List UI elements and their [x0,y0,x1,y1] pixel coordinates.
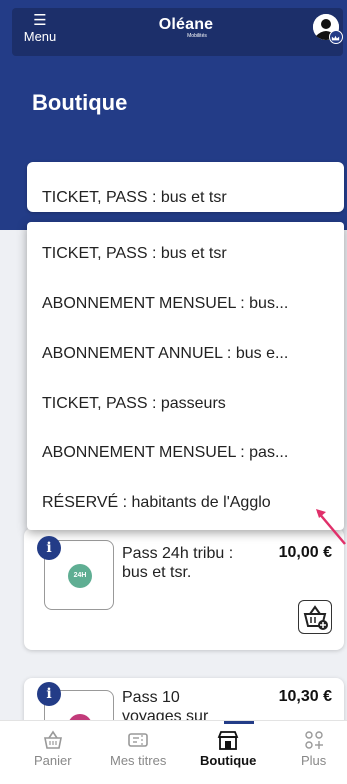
category-dropdown-menu: TICKET, PASS : bus et tsr ABONNEMENT MEN… [27,222,344,530]
product-card[interactable]: 24H Pass 24h tribu : bus et tsr. 10,00 € [24,528,344,650]
logo-name: Oléane [158,16,214,33]
dropdown-option[interactable]: TICKET, PASS : bus et tsr [42,234,337,274]
info-icon[interactable]: i [37,536,61,560]
nav-item-plus[interactable]: Plus [301,729,326,768]
shop-icon [217,731,239,750]
crown-badge-icon [329,30,343,44]
category-select-value: TICKET, PASS : bus et tsr [42,189,227,206]
dropdown-option[interactable]: ABONNEMENT MENSUEL : pas... [42,433,337,473]
grid-plus-icon [304,731,323,749]
dropdown-option[interactable]: TICKET, PASS : passeurs [42,384,337,424]
top-app-bar: ☰ Menu Oléane Mobilités [12,8,343,56]
menu-label: Menu [23,29,57,44]
menu-button[interactable]: ☰ Menu [14,10,66,52]
bottom-navigation: Panier Mes titres Boutique Plus [0,720,347,784]
nav-item-panier[interactable]: Panier [34,729,72,768]
basket-icon [43,730,62,749]
product-price: 10,30 € [278,688,332,705]
add-basket-icon [303,605,328,630]
dropdown-option[interactable]: RÉSERVÉ : habitants de l'Agglo [42,483,337,523]
dropdown-option[interactable]: ABONNEMENT ANNUEL : bus e... [42,334,337,374]
page-title: Boutique [32,90,128,115]
category-select[interactable]: TICKET, PASS : bus et tsr [27,162,344,212]
nav-item-boutique[interactable]: Boutique [200,729,256,768]
dropdown-option[interactable]: ABONNEMENT MENSUEL : bus... [42,284,337,324]
nav-label: Boutique [200,753,257,768]
active-tab-indicator [224,721,254,724]
nav-item-mes-titres[interactable]: Mes titres [110,729,166,768]
brand-logo: Oléane Mobilités [154,16,218,44]
nav-label: Plus [301,753,327,768]
product-thumb-label: 24H [68,564,92,588]
nav-label: Mes titres [110,753,167,768]
pointer-arrow-icon [316,509,346,545]
hamburger-icon: ☰ [33,12,47,29]
info-icon[interactable]: i [37,682,61,706]
nav-label: Panier [34,753,72,768]
product-price: 10,00 € [278,544,332,561]
add-to-cart-button[interactable] [298,600,332,634]
ticket-icon [128,733,148,747]
product-name: Pass 24h tribu : bus et tsr. [122,545,234,581]
